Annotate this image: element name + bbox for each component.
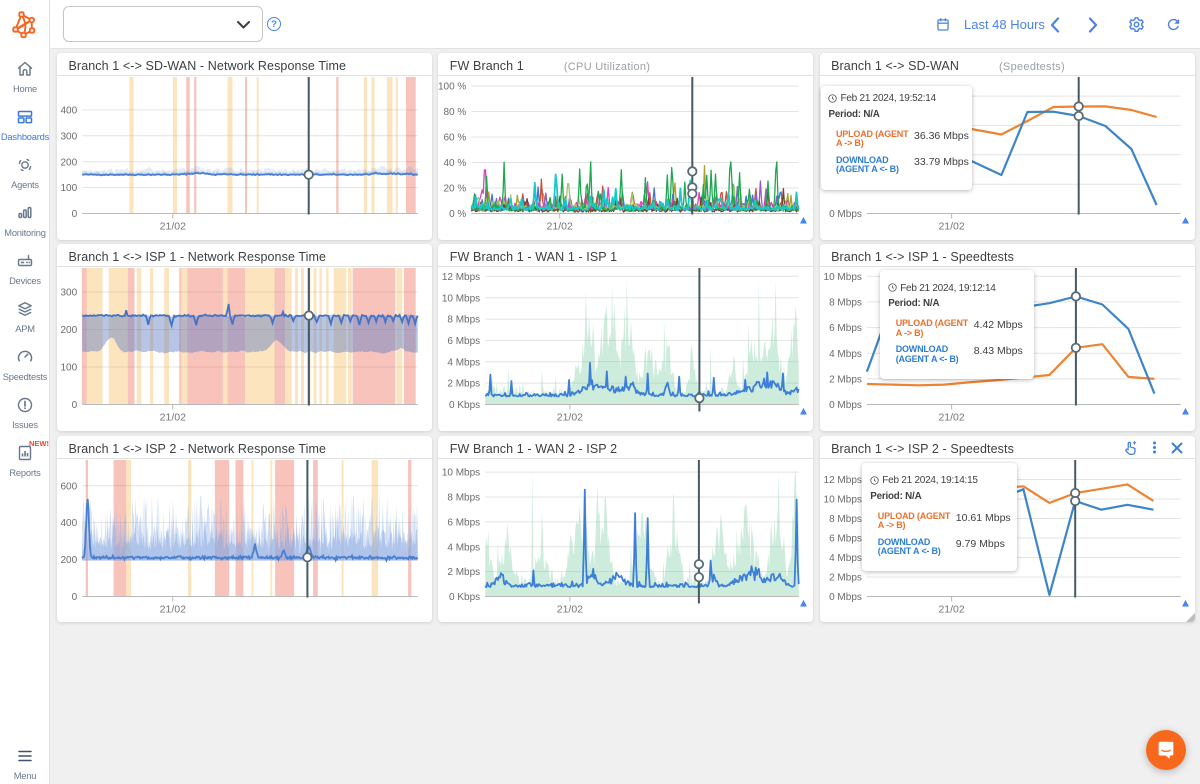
svg-text:0 Mbps: 0 Mbps: [829, 209, 862, 220]
svg-text:21/02: 21/02: [938, 603, 964, 615]
svg-text:21/02: 21/02: [938, 412, 964, 424]
svg-text:21/02: 21/02: [160, 603, 186, 615]
svg-text:21/02: 21/02: [160, 221, 186, 233]
svg-text:6 Mbps: 6 Mbps: [448, 336, 481, 347]
svg-text:300: 300: [61, 131, 78, 142]
svg-text:0: 0: [72, 209, 78, 220]
svg-text:20 %: 20 %: [444, 184, 467, 195]
svg-text:0 Mbps: 0 Mbps: [829, 592, 862, 603]
svg-text:4 Mbps: 4 Mbps: [829, 553, 862, 564]
svg-text:4 Mbps: 4 Mbps: [829, 349, 862, 360]
svg-text:600: 600: [61, 481, 78, 492]
svg-text:8 Mbps: 8 Mbps: [829, 298, 862, 309]
svg-text:400: 400: [61, 518, 78, 529]
svg-text:100: 100: [61, 183, 78, 194]
svg-text:12 Mbps: 12 Mbps: [442, 272, 480, 283]
svg-text:21/02: 21/02: [557, 412, 583, 424]
svg-text:10 Mbps: 10 Mbps: [442, 294, 480, 305]
svg-text:4 Mbps: 4 Mbps: [448, 542, 481, 553]
svg-text:60 %: 60 %: [444, 133, 467, 144]
svg-text:0 Kbps: 0 Kbps: [449, 592, 480, 603]
svg-text:300: 300: [61, 288, 78, 299]
svg-text:100: 100: [61, 363, 78, 374]
svg-text:2 Mbps: 2 Mbps: [829, 375, 862, 386]
svg-text:8 Mbps: 8 Mbps: [448, 492, 481, 503]
svg-text:21/02: 21/02: [547, 221, 573, 233]
svg-text:2 Mbps: 2 Mbps: [829, 572, 862, 583]
svg-text:21/02: 21/02: [160, 412, 186, 424]
svg-text:0 Mbps: 0 Mbps: [829, 400, 862, 411]
svg-text:4 Mbps: 4 Mbps: [448, 358, 481, 369]
svg-text:8 Mbps: 8 Mbps: [448, 315, 481, 326]
svg-text:0 %: 0 %: [449, 209, 466, 220]
svg-text:400: 400: [61, 106, 78, 117]
svg-text:10 Mbps: 10 Mbps: [823, 494, 861, 505]
svg-text:100 %: 100 %: [438, 82, 466, 93]
svg-text:21/02: 21/02: [557, 603, 583, 615]
svg-text:6 Mbps: 6 Mbps: [829, 323, 862, 334]
svg-text:10 Mbps: 10 Mbps: [823, 272, 861, 283]
svg-text:6 Mbps: 6 Mbps: [829, 533, 862, 544]
svg-text:0: 0: [72, 592, 78, 603]
svg-text:21/02: 21/02: [938, 221, 964, 233]
svg-text:200: 200: [61, 157, 78, 168]
svg-text:8 Mbps: 8 Mbps: [829, 514, 862, 525]
svg-text:80 %: 80 %: [444, 107, 467, 118]
svg-text:2 Mbps: 2 Mbps: [448, 379, 481, 390]
svg-text:200: 200: [61, 325, 78, 336]
svg-text:12 Mbps: 12 Mbps: [823, 475, 861, 486]
svg-text:10 Mbps: 10 Mbps: [442, 467, 480, 478]
svg-text:200: 200: [61, 555, 78, 566]
svg-text:40 %: 40 %: [444, 158, 467, 169]
svg-text:2 Mbps: 2 Mbps: [448, 567, 481, 578]
svg-text:0 Kbps: 0 Kbps: [449, 400, 480, 411]
svg-text:6 Mbps: 6 Mbps: [448, 517, 481, 528]
svg-text:0: 0: [72, 400, 78, 411]
